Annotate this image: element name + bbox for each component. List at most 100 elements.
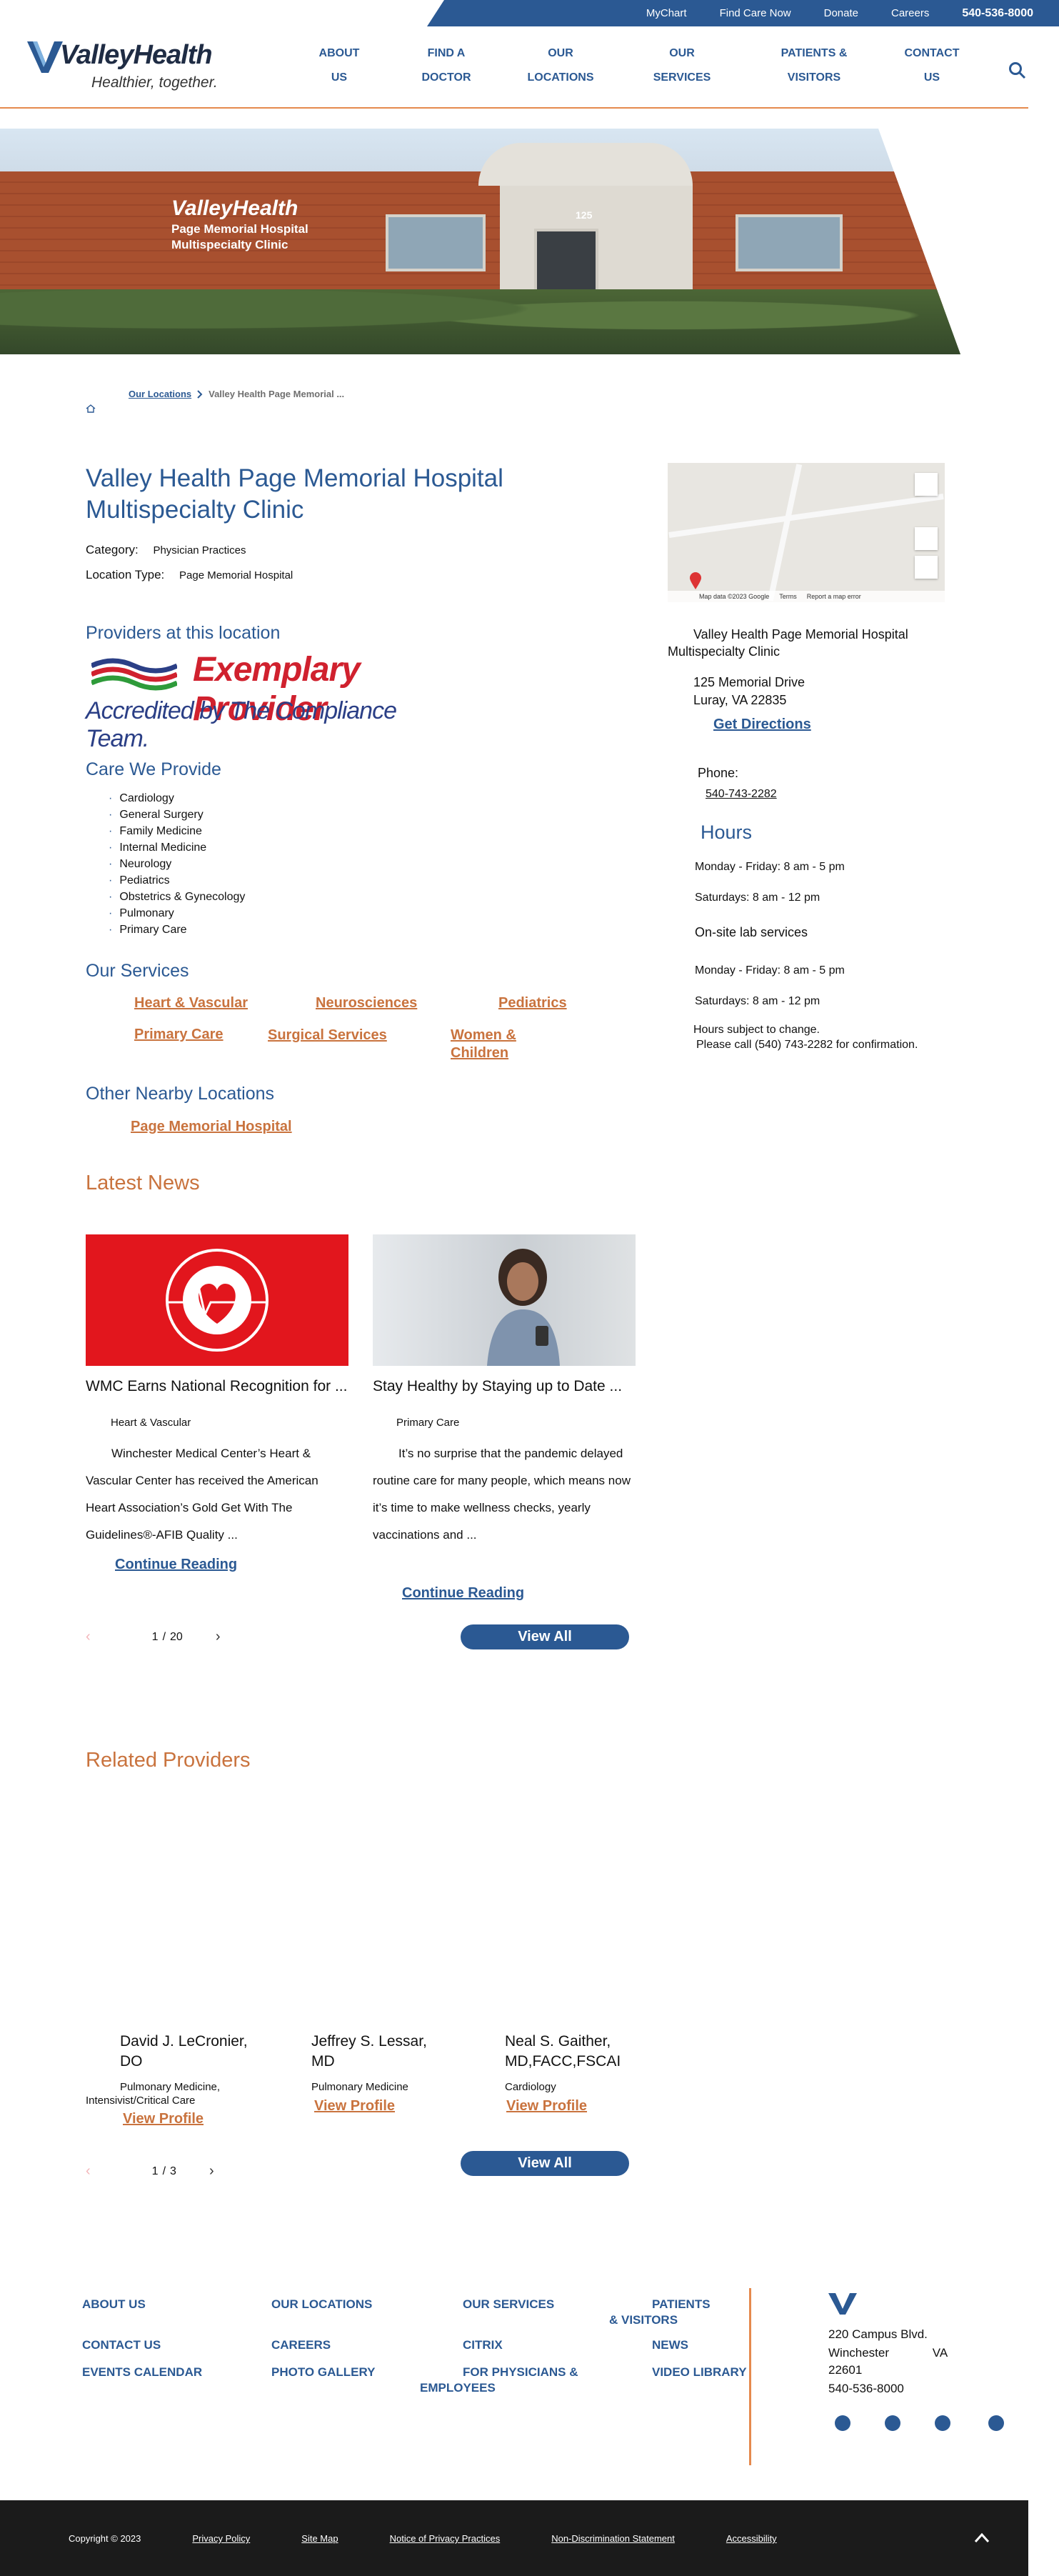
phone-label: Phone: — [698, 766, 739, 780]
footer-link-contact-us[interactable]: CONTACT US — [82, 2337, 161, 2353]
provider-photo[interactable] — [277, 1804, 456, 2018]
nav-contact-us[interactable]: CONTACT US — [889, 41, 975, 90]
privacy-practices-link[interactable]: Notice of Privacy Practices — [358, 2533, 501, 2544]
hero-sign-brand: ValleyHealth — [171, 196, 298, 220]
chevron-right-icon[interactable]: › — [209, 2163, 214, 2180]
nav-our-services[interactable]: OUR SERVICES — [632, 41, 732, 90]
provider-specialty: Cardiology — [505, 2081, 556, 2093]
donate-link[interactable]: Donate — [824, 7, 858, 19]
site-map-link[interactable]: Site Map — [270, 2533, 338, 2544]
footer-link-news[interactable]: NEWS — [652, 2337, 688, 2353]
service-link-surgical-services[interactable]: Surgical Services — [268, 1027, 389, 1044]
provider-name[interactable]: David J. LeCronier, DO — [86, 2032, 271, 2072]
providers-view-all-button[interactable]: View All — [461, 2151, 629, 2176]
map-road — [767, 464, 803, 601]
provider-view-profile-link[interactable]: View Profile — [123, 2111, 204, 2127]
footer-link-about-us[interactable]: ABOUT US — [82, 2297, 146, 2312]
footer-link-photo-gallery[interactable]: PHOTO GALLERY — [271, 2365, 375, 2380]
hours-line: Monday - Friday: 8 am - 5 pm — [695, 964, 845, 977]
nav-our-locations[interactable]: OUR LOCATIONS — [511, 41, 611, 90]
news-continue-reading-link[interactable]: Continue Reading — [402, 1585, 524, 1602]
chevron-left-icon[interactable]: ‹ — [86, 1629, 91, 1645]
footer-address-state: VA — [932, 2346, 948, 2360]
hours-line: Saturdays: 8 am - 12 pm — [695, 995, 820, 1007]
footer-address-zip: 22601 — [828, 2363, 863, 2377]
map-terms-link[interactable]: Terms — [779, 593, 797, 600]
twitter-icon[interactable] — [878, 2415, 907, 2432]
news-image-woman[interactable] — [373, 1234, 636, 1366]
provider-photo[interactable] — [86, 1804, 264, 2018]
footer-link-patients-visitors[interactable]: PATIENTS & VISITORS — [609, 2297, 716, 2328]
breadcrumb-locations-link[interactable]: Our Locations — [129, 389, 191, 399]
nav-find-a-doctor[interactable]: FIND A DOCTOR — [400, 41, 493, 90]
accessibility-link[interactable]: Accessibility — [695, 2533, 777, 2544]
nav-about-us[interactable]: ABOUT US — [300, 41, 378, 90]
instagram-icon[interactable] — [982, 2415, 1010, 2432]
news-continue-reading-link[interactable]: Continue Reading — [115, 1557, 237, 1573]
news-title[interactable]: WMC Earns National Recognition for ... — [86, 1377, 350, 1396]
footer-link-citrix[interactable]: CITRIX — [463, 2337, 503, 2353]
careers-link[interactable]: Careers — [891, 7, 929, 19]
find-care-link[interactable]: Find Care Now — [720, 7, 791, 19]
map-zoom-out-icon[interactable] — [915, 556, 938, 579]
footer-link-our-locations[interactable]: OUR LOCATIONS — [271, 2297, 372, 2312]
non-discrimination-link[interactable]: Non-Discrimination Statement — [520, 2533, 675, 2544]
location-map[interactable]: Map data ©2023 Google Terms Report a map… — [668, 463, 945, 602]
back-to-top-icon[interactable] — [971, 2527, 993, 2549]
map-road — [668, 494, 944, 538]
youtube-icon[interactable] — [928, 2415, 957, 2432]
related-heading: Related Providers — [86, 1749, 251, 1772]
service-link-neurosciences[interactable]: Neurosciences — [316, 995, 417, 1012]
exemplary-provider-wave-icon — [91, 658, 177, 691]
provider-name[interactable]: Jeffrey S. Lessar, MD — [277, 2032, 463, 2072]
care-item: Neurology — [109, 856, 245, 872]
news-excerpt: It’s no surprise that the pandemic delay… — [373, 1440, 637, 1549]
chevron-left-icon[interactable]: ‹ — [86, 2163, 91, 2180]
hours-note: Hours subject to change. — [693, 1024, 820, 1036]
provider-name-line: Neal S. Gaither, — [505, 2033, 611, 2050]
map-fullscreen-icon[interactable] — [915, 473, 938, 496]
map-zoom-in-icon[interactable] — [915, 527, 938, 550]
footer-link-our-services[interactable]: OUR SERVICES — [463, 2297, 554, 2312]
hero-landscaping — [0, 289, 960, 354]
nav-label: PATIENTS & — [781, 47, 848, 59]
search-icon[interactable] — [1008, 61, 1027, 80]
news-title[interactable]: Stay Healthy by Staying up to Date ... — [373, 1377, 637, 1396]
provider-name[interactable]: Neal S. Gaither, MD,FACC,FSCAI — [468, 2032, 653, 2072]
service-link-heart-vascular[interactable]: Heart & Vascular — [134, 995, 248, 1012]
news-image-heart[interactable] — [86, 1234, 348, 1366]
privacy-policy-link[interactable]: Privacy Policy — [161, 2533, 250, 2544]
news-view-all-button[interactable]: View All — [461, 1624, 629, 1649]
get-directions-link[interactable]: Get Directions — [713, 717, 811, 733]
provider-view-profile-link[interactable]: View Profile — [314, 2098, 395, 2115]
pager-current: 1 — [151, 1630, 159, 1643]
provider-name-line: Jeffrey S. Lessar, — [311, 2033, 427, 2050]
nav-patients-visitors[interactable]: PATIENTS & VISITORS — [761, 41, 868, 90]
care-item: Family Medicine — [109, 823, 245, 839]
facebook-icon[interactable] — [828, 2415, 857, 2432]
mychart-link[interactable]: MyChart — [646, 7, 687, 19]
service-link-pediatrics[interactable]: Pediatrics — [498, 995, 567, 1012]
location-type-value: Page Memorial Hospital — [179, 569, 293, 581]
phone-link[interactable]: 540-743-2282 — [706, 786, 991, 803]
care-item: Obstetrics & Gynecology — [109, 889, 245, 905]
location-type-row: Location Type: Page Memorial Hospital — [86, 568, 293, 582]
site-logo[interactable]: ValleyHealth Healthier, together. — [27, 33, 241, 97]
provider-view-profile-link[interactable]: View Profile — [506, 2098, 587, 2115]
footer-link-careers[interactable]: CAREERS — [271, 2337, 331, 2353]
provider-photo[interactable] — [468, 1804, 646, 2018]
footer-link-physicians-employees[interactable]: FOR PHYSICIANS & EMPLOYEES — [420, 2365, 591, 2396]
header-phone-link[interactable]: 540-536-8000 — [962, 7, 1033, 20]
home-icon[interactable] — [86, 404, 96, 413]
care-item: General Surgery — [109, 807, 245, 823]
service-link-primary-care[interactable]: Primary Care — [134, 1027, 224, 1043]
provider-name-line: David J. LeCronier, — [120, 2033, 248, 2050]
service-link-women-children[interactable]: Women & Children — [451, 1027, 572, 1062]
footer-link-text: FOR PHYSICIANS & EMPLOYEES — [420, 2365, 578, 2395]
nearby-location-link[interactable]: Page Memorial Hospital — [131, 1119, 292, 1135]
footer-logo-icon[interactable] — [828, 2293, 857, 2315]
map-report-link[interactable]: Report a map error — [807, 593, 861, 600]
footer-link-events-calendar[interactable]: EVENTS CALENDAR — [82, 2365, 202, 2380]
chevron-right-icon[interactable]: › — [216, 1629, 221, 1645]
footer-link-video-library[interactable]: VIDEO LIBRARY — [652, 2365, 747, 2380]
